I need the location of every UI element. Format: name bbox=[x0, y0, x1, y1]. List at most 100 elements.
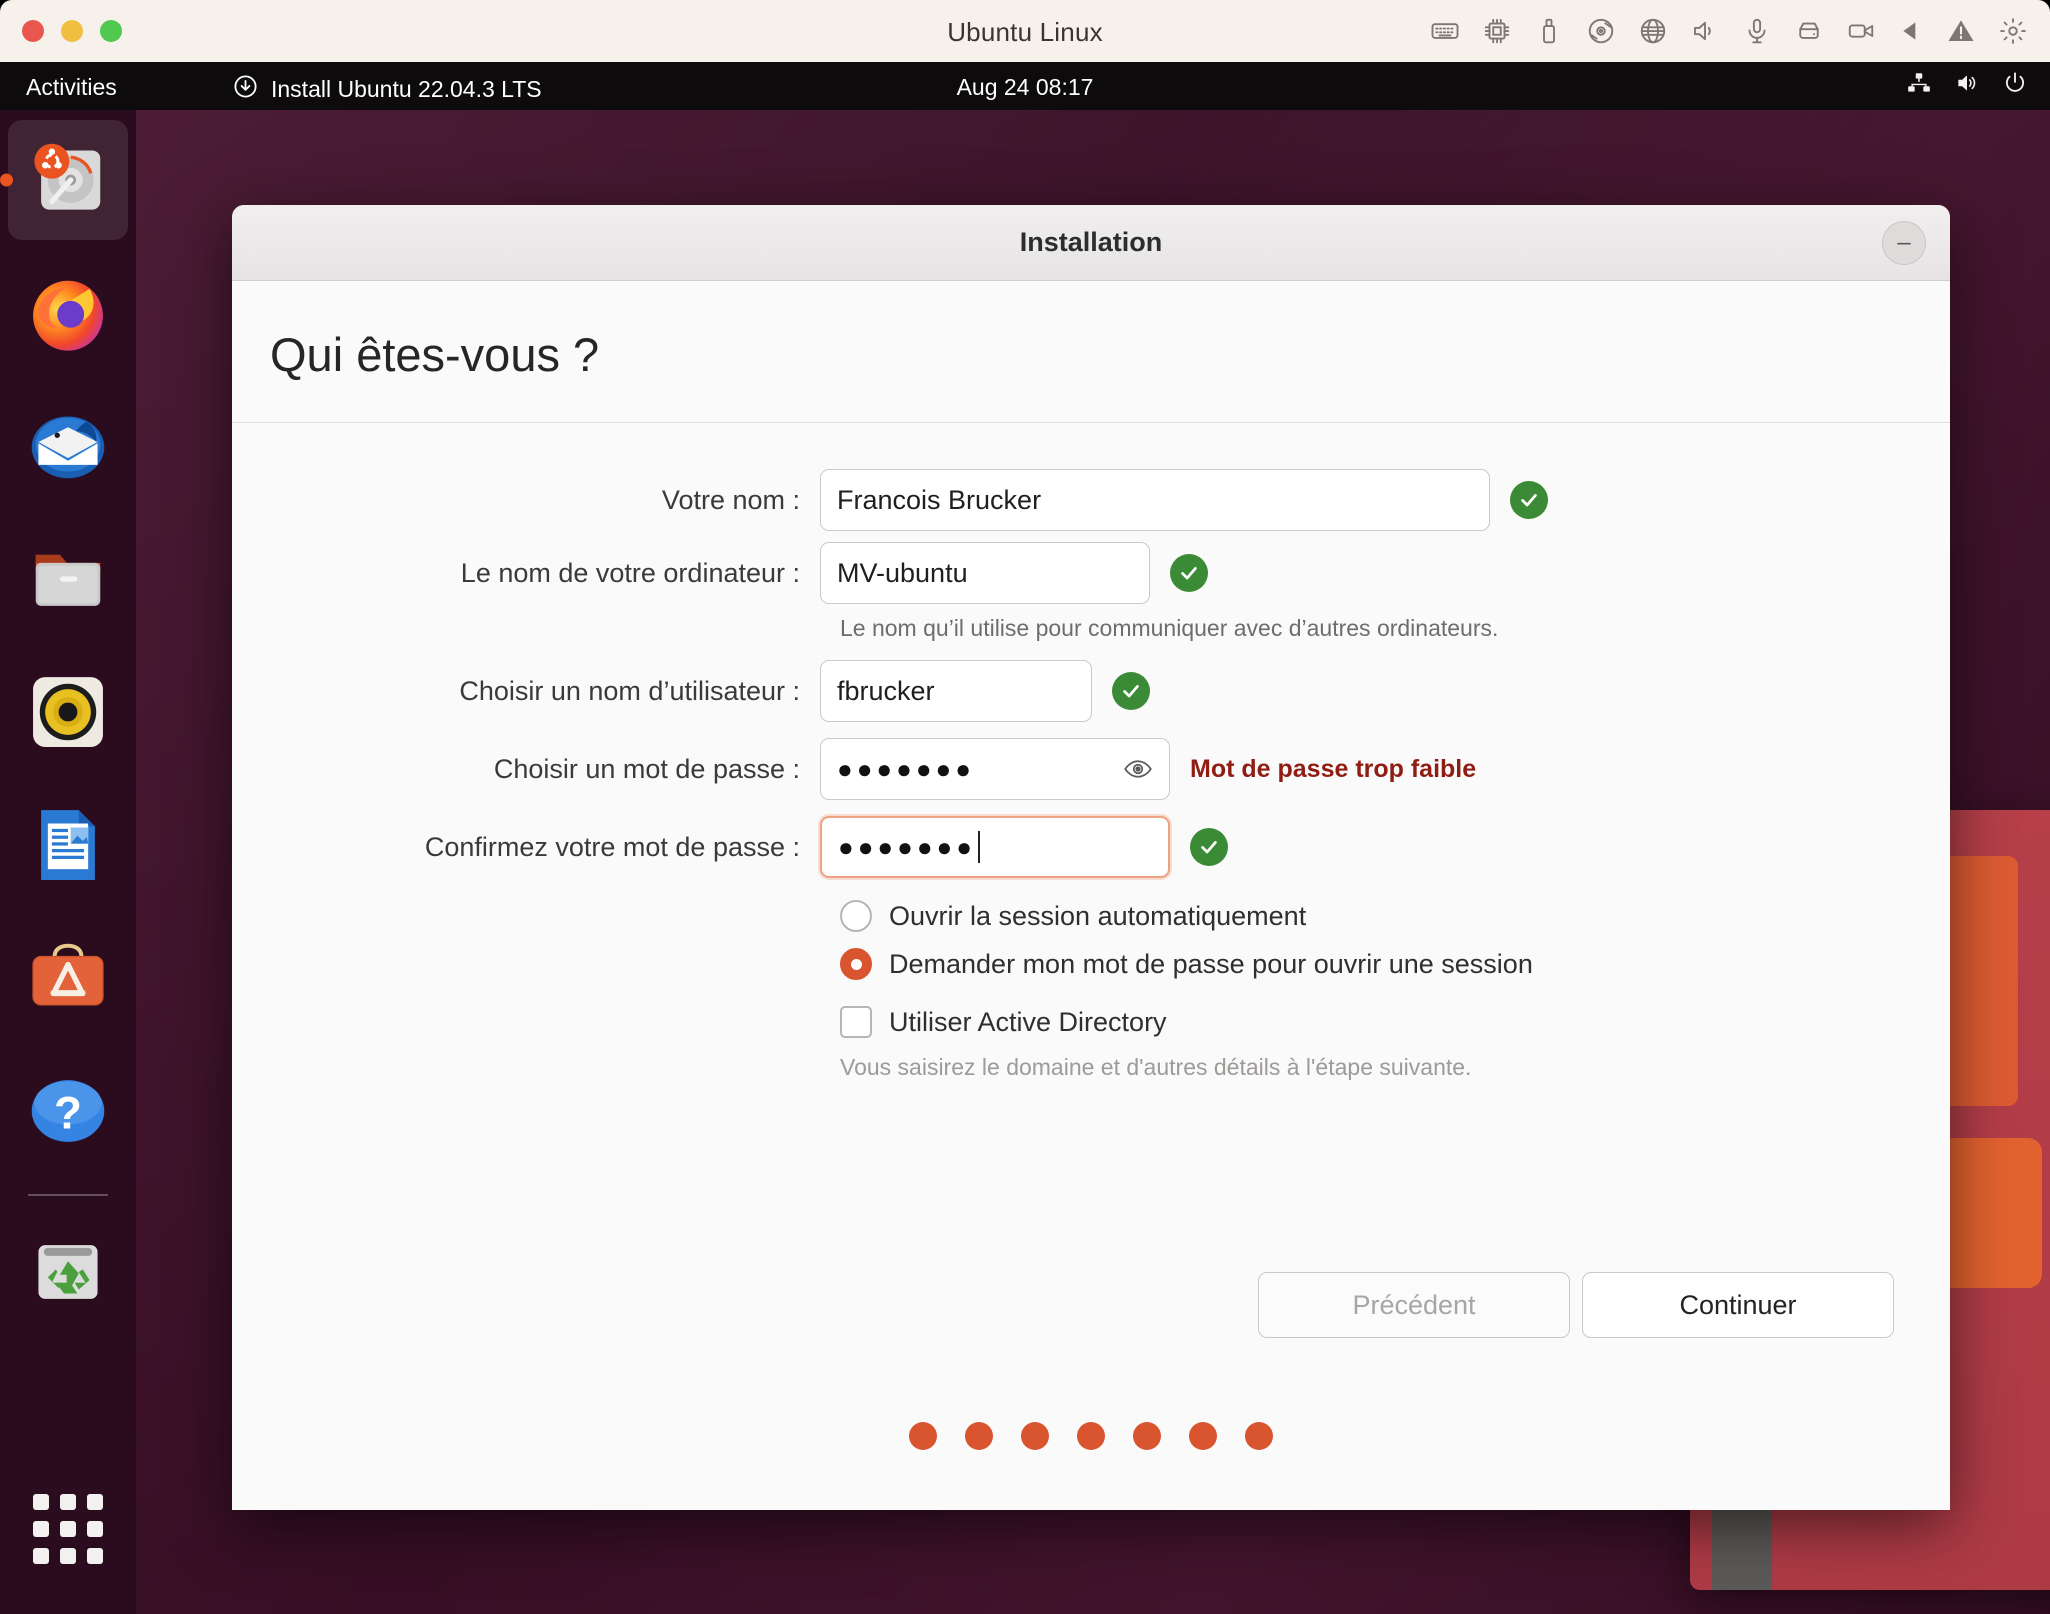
document-icon bbox=[41, 810, 95, 880]
eye-icon[interactable] bbox=[1121, 752, 1155, 786]
gear-icon[interactable] bbox=[1998, 16, 2028, 46]
apps-grid-dot bbox=[60, 1548, 76, 1564]
progress-dot bbox=[1245, 1422, 1273, 1450]
valid-check-icon-username bbox=[1112, 672, 1150, 710]
software-bag-icon bbox=[32, 943, 104, 1006]
cpu-icon[interactable] bbox=[1482, 16, 1512, 46]
warning-triangle-icon[interactable] bbox=[1946, 16, 1976, 46]
speaker-circle-icon bbox=[33, 677, 103, 747]
keyboard-icon[interactable] bbox=[1430, 16, 1460, 46]
speaker-icon[interactable] bbox=[1690, 16, 1720, 46]
checkbox-active-directory-icon bbox=[840, 1006, 872, 1038]
clock[interactable]: Aug 24 08:17 bbox=[0, 74, 2050, 101]
svg-text:?: ? bbox=[54, 1087, 82, 1138]
radio-autologin[interactable]: Ouvrir la session automatiquement bbox=[840, 900, 1950, 932]
input-computername[interactable]: MV-ubuntu bbox=[820, 542, 1150, 604]
progress-dot bbox=[909, 1422, 937, 1450]
hint-active-directory: Vous saisirez le domaine et d'autres dét… bbox=[840, 1054, 1472, 1080]
password-masked-value: ●●●●●●● bbox=[837, 754, 975, 784]
dock-divider bbox=[28, 1194, 108, 1196]
system-tray[interactable] bbox=[1906, 72, 2028, 100]
show-applications-button[interactable] bbox=[33, 1494, 103, 1564]
apps-grid-dot bbox=[33, 1494, 49, 1510]
installer-minimize-button[interactable]: – bbox=[1882, 220, 1926, 265]
hard-disk-icon[interactable] bbox=[1794, 16, 1824, 46]
play-triangle-icon[interactable] bbox=[1898, 18, 1924, 44]
label-password-confirm: Confirmez votre mot de passe : bbox=[424, 831, 800, 862]
microphone-icon[interactable] bbox=[1742, 16, 1772, 46]
ubuntu-disc-icon bbox=[34, 143, 101, 210]
firefox-icon bbox=[33, 280, 103, 351]
apps-grid-dot bbox=[60, 1494, 76, 1510]
progress-dot bbox=[1189, 1422, 1217, 1450]
power-icon bbox=[2002, 70, 2028, 102]
dock-item-ubuntu-installer[interactable] bbox=[8, 120, 128, 240]
dock-item-trash[interactable] bbox=[8, 1212, 128, 1332]
text-caret bbox=[977, 831, 980, 863]
continue-button[interactable]: Continuer bbox=[1582, 1272, 1894, 1338]
field-row-password: Choisir un mot de passe : ●●●●●●● Mot de bbox=[232, 738, 1950, 800]
gnome-top-bar: Activities Install Ubuntu 22.04.3 LTS Au… bbox=[0, 62, 2050, 110]
radio-button-autologin-icon bbox=[840, 900, 872, 932]
radio-require-password-label: Demander mon mot de passe pour ouvrir un… bbox=[889, 948, 1533, 979]
dock-item-libreoffice-writer[interactable] bbox=[8, 785, 128, 905]
installer-titlebar: Installation – bbox=[232, 205, 1950, 281]
vm-status-icon-bar bbox=[1430, 10, 2028, 52]
apps-grid-dot bbox=[87, 1521, 103, 1537]
network-globe-icon[interactable] bbox=[1638, 16, 1668, 46]
dock-item-thunderbird[interactable] bbox=[8, 386, 128, 506]
progress-dot bbox=[1133, 1422, 1161, 1450]
apps-grid-dot bbox=[87, 1494, 103, 1510]
network-wired-icon bbox=[1906, 70, 1932, 102]
footer-buttons: Précédent Continuer bbox=[1258, 1272, 1894, 1338]
back-button[interactable]: Précédent bbox=[1258, 1272, 1570, 1338]
page-body: Votre nom : Francois Brucker Le nom de v… bbox=[232, 423, 1950, 1510]
recycle-bin-icon bbox=[38, 1245, 98, 1299]
vm-host-titlebar: Ubuntu Linux bbox=[0, 0, 2050, 62]
field-row-password-confirm: Confirmez votre mot de passe : ●●●●●●● bbox=[232, 816, 1950, 878]
progress-dot bbox=[1021, 1422, 1049, 1450]
dock-item-ubuntu-software[interactable] bbox=[8, 918, 128, 1038]
valid-check-icon-fullname bbox=[1510, 481, 1548, 519]
thunderbird-icon bbox=[31, 416, 105, 479]
valid-check-icon-password-confirm bbox=[1190, 828, 1228, 866]
input-password[interactable]: ●●●●●●● bbox=[820, 738, 1170, 800]
label-computername: Le nom de votre ordinateur : bbox=[460, 557, 800, 588]
radio-autologin-label: Ouvrir la session automatiquement bbox=[889, 900, 1307, 931]
label-fullname: Votre nom : bbox=[661, 484, 800, 515]
dock-item-rhythmbox[interactable] bbox=[8, 652, 128, 772]
input-username[interactable]: fbrucker bbox=[820, 660, 1092, 722]
field-row-fullname: Votre nom : Francois Brucker bbox=[232, 469, 1950, 531]
password-strength-warning: Mot de passe trop faible bbox=[1190, 754, 1477, 783]
progress-dots bbox=[232, 1422, 1950, 1450]
apps-grid-dot bbox=[33, 1548, 49, 1564]
field-row-username: Choisir un nom d’utilisateur : fbrucker bbox=[232, 660, 1950, 722]
login-options-group: Ouvrir la session automatiquement Demand… bbox=[840, 900, 1950, 1038]
valid-check-icon-computername bbox=[1170, 554, 1208, 592]
input-password-confirm[interactable]: ●●●●●●● bbox=[820, 816, 1170, 878]
ubuntu-dock: ? bbox=[0, 110, 136, 1614]
password-confirm-masked-value: ●●●●●●● bbox=[838, 832, 976, 862]
checkbox-active-directory-label: Utiliser Active Directory bbox=[889, 1006, 1167, 1037]
usb-icon[interactable] bbox=[1534, 16, 1564, 46]
input-fullname[interactable]: Francois Brucker bbox=[820, 469, 1490, 531]
field-row-computername: Le nom de votre ordinateur : MV-ubuntu bbox=[232, 542, 1950, 604]
desktop: untu TS bbox=[0, 110, 2050, 1614]
page-title: Qui êtes-vous ? bbox=[270, 328, 600, 381]
installer-window-title: Installation bbox=[1019, 227, 1163, 257]
dock-item-help[interactable]: ? bbox=[8, 1051, 128, 1171]
folder-icon bbox=[35, 554, 101, 606]
installer-window: Installation – Qui êtes-vous ? Votre nom… bbox=[232, 205, 1950, 1510]
label-password: Choisir un mot de passe : bbox=[493, 753, 800, 784]
dock-item-firefox[interactable] bbox=[8, 253, 128, 373]
optical-disc-icon[interactable] bbox=[1586, 16, 1616, 46]
apps-grid-dot bbox=[60, 1521, 76, 1537]
checkbox-active-directory[interactable]: Utiliser Active Directory bbox=[840, 1006, 1950, 1038]
dock-item-files[interactable] bbox=[8, 519, 128, 639]
radio-require-password[interactable]: Demander mon mot de passe pour ouvrir un… bbox=[840, 948, 1950, 980]
hint-computername: Le nom qu’il utilise pour communiquer av… bbox=[840, 615, 1499, 641]
radio-button-require-password-icon bbox=[840, 948, 872, 980]
apps-grid-dot bbox=[87, 1548, 103, 1564]
progress-dot bbox=[965, 1422, 993, 1450]
video-camera-icon[interactable] bbox=[1846, 16, 1876, 46]
